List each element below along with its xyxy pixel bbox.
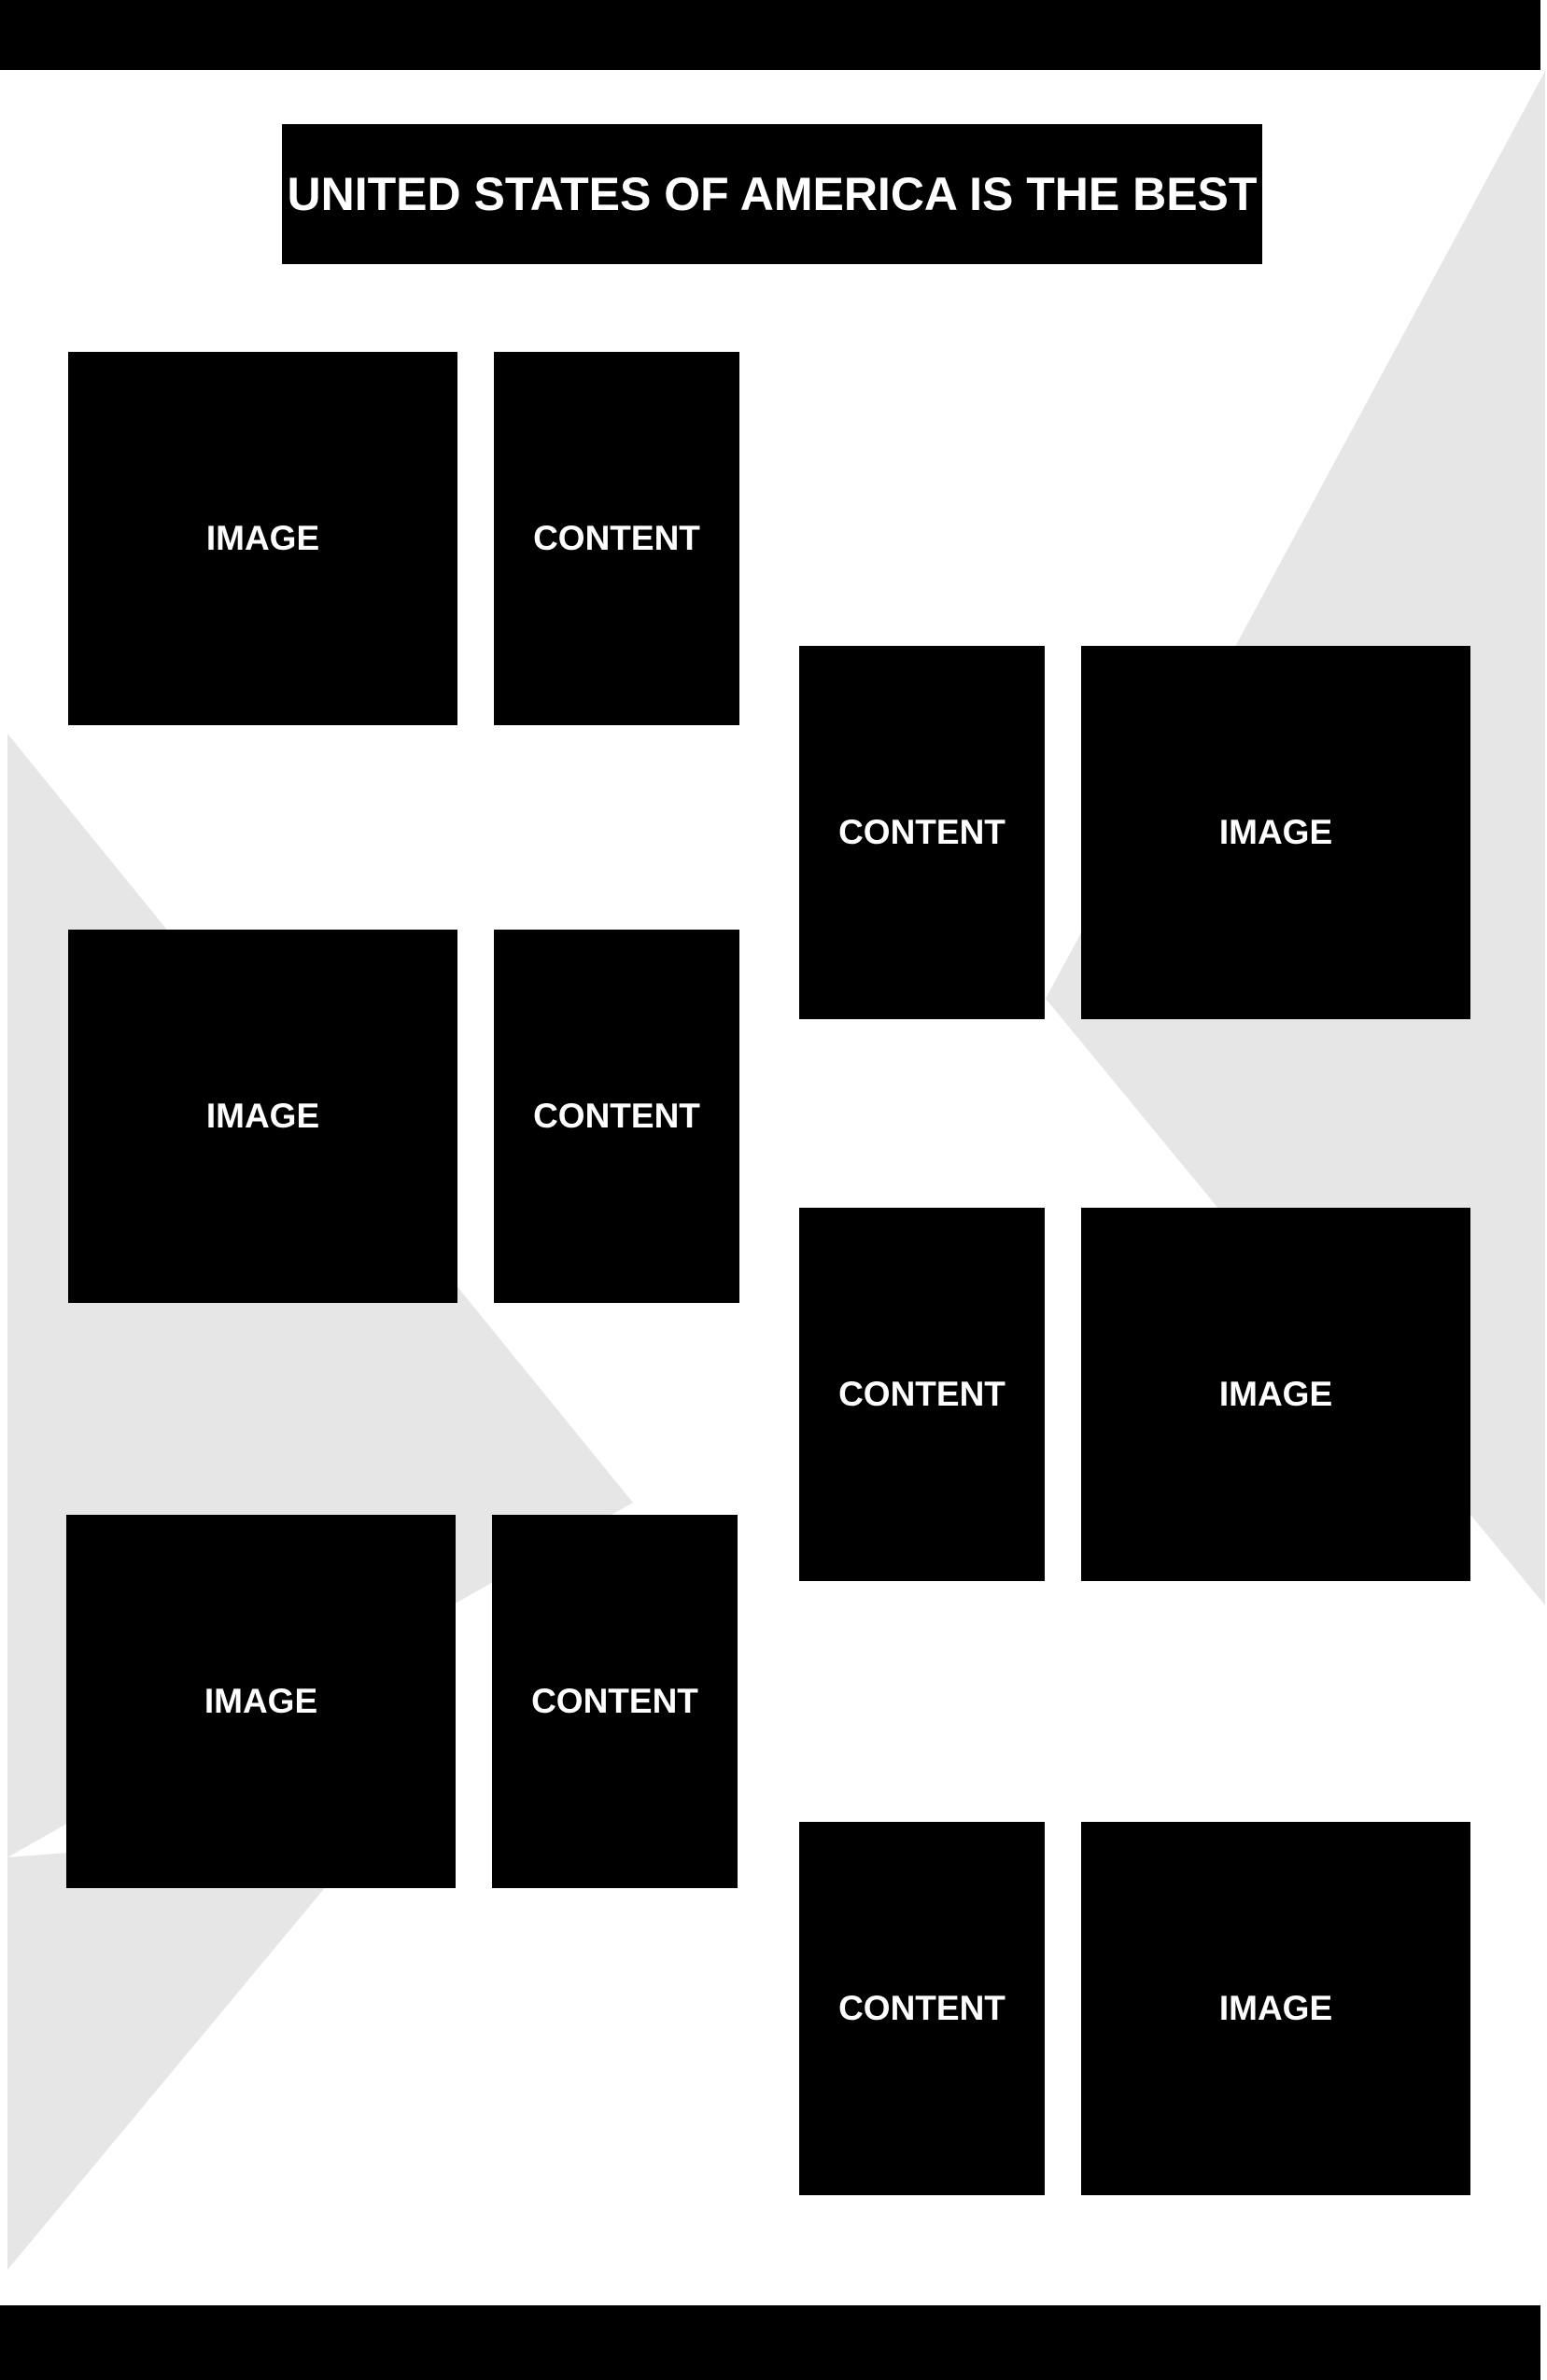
image-placeholder: IMAGE — [66, 1515, 456, 1888]
image-label: IMAGE — [204, 1682, 318, 1720]
image-label: IMAGE — [205, 519, 320, 557]
page-title: UNITED STATES OF AMERICA IS THE BEST — [282, 124, 1262, 264]
image-placeholder: IMAGE — [1081, 1822, 1470, 2195]
content-label: CONTENT — [531, 1682, 698, 1720]
content-placeholder: CONTENT — [492, 1515, 738, 1888]
top-bar — [0, 0, 1540, 70]
content-placeholder: CONTENT — [494, 352, 739, 725]
content-placeholder: CONTENT — [799, 646, 1045, 1019]
content-placeholder: CONTENT — [799, 1208, 1045, 1581]
content-label: CONTENT — [533, 1097, 700, 1135]
image-label: IMAGE — [1218, 1989, 1333, 2027]
content-placeholder: CONTENT — [799, 1822, 1045, 2195]
image-placeholder: IMAGE — [68, 352, 457, 725]
image-placeholder: IMAGE — [68, 930, 457, 1303]
image-label: IMAGE — [1218, 813, 1333, 851]
image-placeholder: IMAGE — [1081, 646, 1470, 1019]
content-label: CONTENT — [838, 1375, 1006, 1413]
bottom-bar — [0, 2305, 1540, 2380]
content-label: CONTENT — [838, 1989, 1006, 2027]
content-label: CONTENT — [838, 813, 1006, 851]
content-placeholder: CONTENT — [494, 930, 739, 1303]
image-label: IMAGE — [205, 1097, 320, 1135]
image-label: IMAGE — [1218, 1375, 1333, 1413]
decor-triangle-left-lower — [7, 1829, 373, 2270]
image-placeholder: IMAGE — [1081, 1208, 1470, 1581]
content-label: CONTENT — [533, 519, 700, 557]
